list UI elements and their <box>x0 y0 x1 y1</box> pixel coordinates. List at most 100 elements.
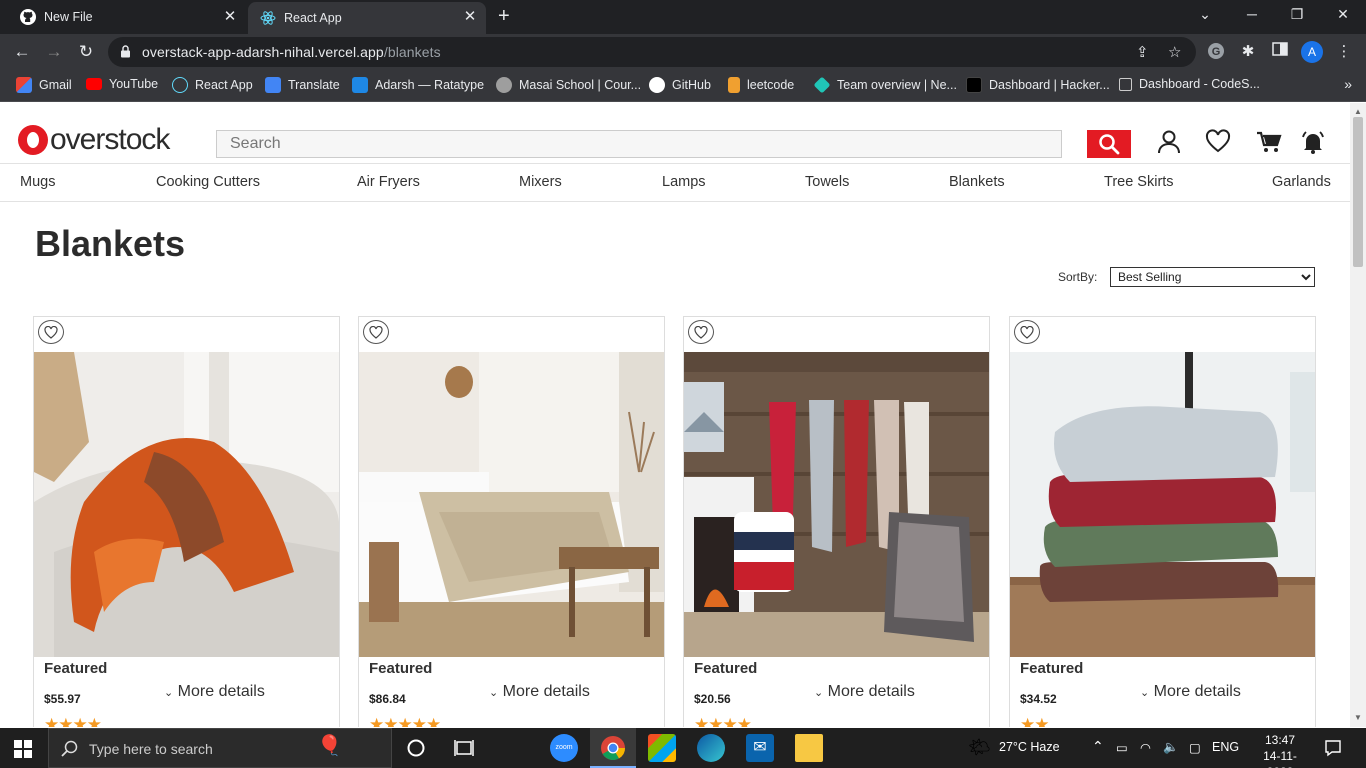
bookmark-github[interactable]: GitHub <box>649 77 711 93</box>
bookmark-star-icon[interactable]: ☆ <box>1168 43 1181 61</box>
menu-kebab-icon[interactable]: ⋮ <box>1334 42 1354 62</box>
category-air-fryers[interactable]: Air Fryers <box>357 174 420 190</box>
browser-tab-bar: New File ✕ React App ✕ + ⌄ ─ ❐ ✕ <box>0 0 1366 34</box>
category-mixers[interactable]: Mixers <box>519 174 562 190</box>
product-image[interactable] <box>1010 352 1315 657</box>
new-tab-button[interactable]: + <box>498 6 510 26</box>
github-icon <box>20 9 36 25</box>
bookmark-masai[interactable]: Masai School | Cour... <box>496 77 641 93</box>
bookmark-youtube[interactable]: YouTube <box>86 77 158 91</box>
logo-text: overstock <box>50 123 170 156</box>
weather-text[interactable]: 27°C Haze <box>999 740 1060 754</box>
language-indicator[interactable]: ENG <box>1212 740 1239 754</box>
product-image[interactable] <box>34 352 339 657</box>
wishlist-button[interactable] <box>38 320 64 344</box>
more-bookmarks-icon[interactable]: » <box>1344 76 1352 92</box>
more-details-toggle[interactable]: ⌄ More details <box>814 683 915 701</box>
bookmark-ratatype[interactable]: Adarsh — Ratatype <box>352 77 484 93</box>
tab-new-file[interactable]: New File ✕ <box>8 2 246 32</box>
scroll-down-icon[interactable]: ▼ <box>1354 713 1362 722</box>
sort-select[interactable]: Best Selling <box>1110 267 1315 287</box>
product-price: $55.97 <box>44 692 81 706</box>
wishlist-button[interactable] <box>1014 320 1040 344</box>
site-header: overstock <box>0 103 1350 163</box>
close-window-icon[interactable]: ✕ <box>1333 6 1353 23</box>
notifications-icon[interactable] <box>1324 739 1342 757</box>
close-tab-icon[interactable]: ✕ <box>462 9 478 25</box>
restore-icon[interactable]: ❐ <box>1287 6 1307 23</box>
bookmark-leetcode[interactable]: leetcode <box>728 77 794 93</box>
reload-icon[interactable]: ↻ <box>76 42 96 62</box>
mail-icon[interactable]: ✉ <box>746 734 774 762</box>
more-details-toggle[interactable]: ⌄ More details <box>1140 683 1241 701</box>
microsoft-store-icon[interactable] <box>648 734 676 762</box>
search-input[interactable] <box>216 130 1062 158</box>
zoom-app-icon[interactable]: zoom <box>550 734 578 762</box>
category-towels[interactable]: Towels <box>805 174 849 190</box>
category-tree-skirts[interactable]: Tree Skirts <box>1104 174 1174 190</box>
share-icon[interactable]: ⇪ <box>1136 43 1149 61</box>
address-bar[interactable]: overstack-app-adarsh-nihal.vercel.app/bl… <box>108 37 1196 67</box>
wishlist-button[interactable] <box>363 320 389 344</box>
product-card[interactable]: Featured $86.84 ⌄ More details ★★★★★ <box>358 316 665 727</box>
taskbar-search-box[interactable]: Type here to search 🎈 <box>48 728 392 768</box>
taskbar-clock[interactable]: 13:47 14-11-2022 <box>1252 732 1308 768</box>
category-lamps[interactable]: Lamps <box>662 174 706 190</box>
account-icon[interactable] <box>1156 129 1182 155</box>
more-details-toggle[interactable]: ⌄ More details <box>489 683 590 701</box>
cortana-icon[interactable] <box>406 738 426 758</box>
product-card[interactable]: Featured $20.56 ⌄ More details ★★★★ <box>683 316 990 727</box>
wishlist-heart-icon[interactable] <box>1205 129 1231 155</box>
extensions-icon[interactable]: ✱ <box>1238 42 1258 62</box>
windows-start-icon[interactable] <box>14 740 32 758</box>
tab-search-chevron-icon[interactable]: ⌄ <box>1195 6 1215 23</box>
react-icon <box>260 11 276 25</box>
meet-now-icon[interactable]: ▢ <box>1189 740 1201 755</box>
bookmark-hackerrank[interactable]: Dashboard | Hacker... <box>966 77 1110 93</box>
url-path: /blankets <box>383 44 441 60</box>
notification-bell-icon[interactable] <box>1300 129 1326 155</box>
grammarly-icon[interactable]: G <box>1206 42 1226 62</box>
back-arrow-icon[interactable]: ← <box>12 42 32 62</box>
wifi-icon[interactable]: ◠ <box>1140 740 1151 755</box>
volume-icon[interactable]: 🔈 <box>1163 740 1179 755</box>
category-blankets[interactable]: Blankets <box>949 174 1005 190</box>
battery-icon[interactable]: ▭ <box>1116 740 1128 755</box>
weather-icon[interactable]: 🌤 <box>968 737 991 758</box>
product-image[interactable] <box>684 352 989 657</box>
bookmark-react-app[interactable]: React App <box>172 77 253 93</box>
product-price: $20.56 <box>694 692 731 706</box>
task-view-icon[interactable] <box>454 738 474 758</box>
bookmark-translate[interactable]: Translate <box>265 77 340 93</box>
edge-icon[interactable] <box>697 734 725 762</box>
overstock-logo[interactable]: overstock <box>18 123 170 156</box>
product-card[interactable]: Featured $34.52 ⌄ More details ★★ <box>1009 316 1316 727</box>
chrome-taskbar-button[interactable] <box>590 728 636 768</box>
minimize-icon[interactable]: ─ <box>1242 6 1262 22</box>
cart-icon[interactable] <box>1256 129 1282 155</box>
show-hidden-icons-chevron-icon[interactable]: ⌃ <box>1092 738 1104 755</box>
bookmark-gmail[interactable]: Gmail <box>16 77 72 93</box>
bookmark-label: Translate <box>288 78 340 92</box>
search-button[interactable] <box>1087 130 1131 158</box>
close-tab-icon[interactable]: ✕ <box>222 9 238 25</box>
chevron-down-icon: ⌄ <box>814 687 824 699</box>
page-scrollbar[interactable]: ▲ ▼ <box>1350 103 1366 727</box>
tab-react-app[interactable]: React App ✕ <box>248 2 486 34</box>
category-garlands[interactable]: Garlands <box>1272 174 1331 190</box>
wishlist-button[interactable] <box>688 320 714 344</box>
lock-icon <box>121 45 130 58</box>
side-panel-icon[interactable] <box>1270 42 1290 62</box>
scroll-up-icon[interactable]: ▲ <box>1354 107 1362 116</box>
forward-arrow-icon[interactable]: → <box>44 42 64 62</box>
file-explorer-icon[interactable] <box>795 734 823 762</box>
product-image[interactable] <box>359 352 664 657</box>
bookmark-netlify[interactable]: Team overview | Ne... <box>813 76 957 94</box>
profile-avatar[interactable]: A <box>1301 41 1323 63</box>
category-cooking-cutters[interactable]: Cooking Cutters <box>156 174 260 190</box>
category-mugs[interactable]: Mugs <box>20 174 55 190</box>
scrollbar-thumb[interactable] <box>1353 117 1363 267</box>
bookmark-codesignal[interactable]: Dashboard - CodeS... <box>1119 77 1260 91</box>
more-details-toggle[interactable]: ⌄ More details <box>164 683 265 701</box>
product-card[interactable]: Featured $55.97 ⌄ More details ★★★★ <box>33 316 340 727</box>
